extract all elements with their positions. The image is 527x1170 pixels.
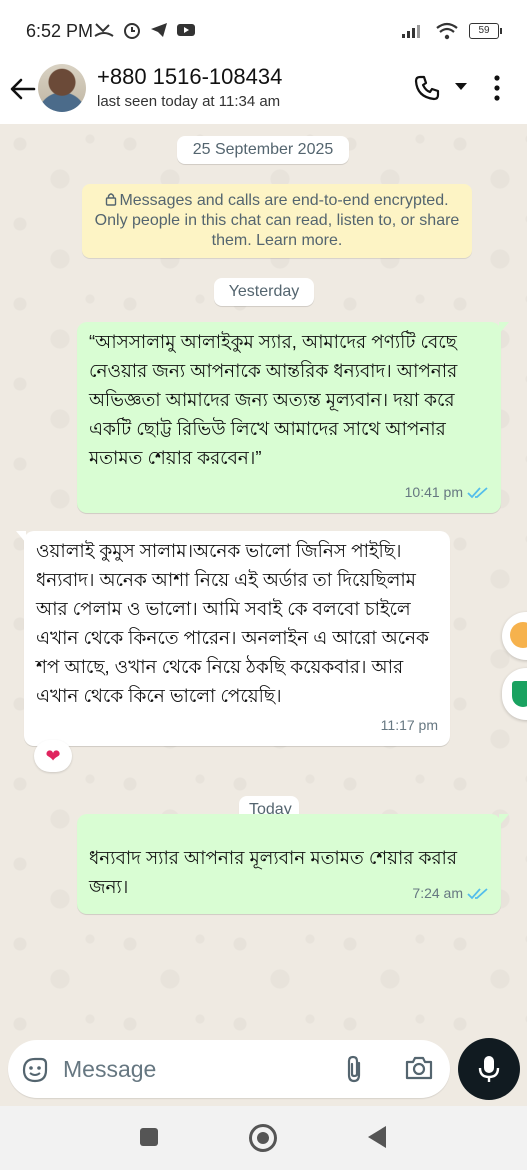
recent-apps-button[interactable] bbox=[140, 1128, 158, 1146]
assistant-icon bbox=[510, 622, 527, 648]
encryption-notice[interactable]: Messages and calls are end-to-end encryp… bbox=[82, 184, 472, 258]
sticker-emoji-icon[interactable] bbox=[20, 1055, 50, 1085]
back-arrow-icon[interactable] bbox=[8, 74, 38, 104]
system-navigation-bar bbox=[0, 1106, 527, 1170]
incoming-message[interactable]: ওয়ালাই কুমুস সালাম।অনেক ভালো জিনিস পাইছ… bbox=[16, 531, 450, 746]
message-meta: 7:24 am bbox=[412, 879, 489, 908]
date-separator: 25 September 2025 bbox=[177, 136, 349, 164]
battery-icon: 59 bbox=[469, 23, 502, 39]
avatar[interactable] bbox=[38, 64, 86, 112]
bubble-tail bbox=[499, 814, 509, 826]
system-back-button[interactable] bbox=[368, 1126, 386, 1148]
home-button[interactable] bbox=[249, 1124, 277, 1152]
chevron-down-icon[interactable] bbox=[454, 82, 468, 92]
attach-icon[interactable] bbox=[342, 1054, 368, 1084]
message-composer bbox=[8, 1040, 450, 1098]
missed-call-icon bbox=[94, 23, 114, 37]
lock-icon bbox=[106, 193, 117, 206]
more-options-icon[interactable] bbox=[488, 74, 506, 102]
contact-name[interactable]: +880 1516-108434 bbox=[97, 64, 282, 90]
bubble-tail bbox=[16, 531, 26, 543]
voice-message-button[interactable] bbox=[458, 1038, 520, 1100]
encryption-notice-text: Messages and calls are end-to-end encryp… bbox=[94, 192, 460, 249]
camera-icon[interactable] bbox=[404, 1054, 434, 1082]
status-notification-icons bbox=[94, 20, 196, 40]
wifi-icon bbox=[436, 22, 458, 40]
telegram-icon bbox=[151, 23, 167, 37]
outgoing-message[interactable]: ধন্যবাদ স্যার আপনার মূল্যবান মতামত শেয়া… bbox=[77, 814, 509, 914]
chat-header: +880 1516-108434 last seen today at 11:3… bbox=[0, 62, 527, 124]
read-ticks-icon bbox=[467, 486, 488, 498]
chat-area[interactable]: 25 September 2025 Messages and calls are… bbox=[0, 124, 527, 1036]
reaction-heart[interactable]: ❤ bbox=[34, 740, 72, 772]
youtube-icon bbox=[177, 24, 195, 36]
signal-icon bbox=[402, 25, 420, 38]
last-seen-status: last seen today at 11:34 am bbox=[97, 93, 281, 110]
message-input[interactable] bbox=[63, 1054, 323, 1084]
outgoing-message[interactable]: “আসসালামু আলাইকুম স্যার, আমাদের পণ্যটি ব… bbox=[77, 322, 509, 513]
message-text: “আসসালামু আলাইকুম স্যার, আমাদের পণ্যটি ব… bbox=[89, 331, 458, 468]
microphone-icon bbox=[478, 1056, 500, 1082]
read-ticks-icon bbox=[467, 887, 488, 899]
status-time: 6:52 PM bbox=[26, 21, 94, 41]
message-time: 7:24 am bbox=[412, 885, 463, 901]
message-meta: 11:17 pm bbox=[381, 711, 438, 740]
status-system-icons: 59 bbox=[401, 22, 502, 40]
shield-icon bbox=[512, 681, 527, 707]
message-time: 11:17 pm bbox=[380, 717, 438, 733]
message-text: ওয়ালাই কুমুস সালাম।অনেক ভালো জিনিস পাইছ… bbox=[36, 540, 429, 706]
message-meta: 10:41 pm bbox=[405, 478, 489, 507]
alarm-icon bbox=[124, 23, 140, 39]
voice-call-icon[interactable] bbox=[413, 74, 441, 102]
status-bar: 6:52 PM 59 bbox=[0, 0, 527, 62]
bubble-tail bbox=[499, 322, 509, 334]
date-separator: Yesterday bbox=[214, 278, 314, 306]
message-time: 10:41 pm bbox=[404, 484, 463, 500]
